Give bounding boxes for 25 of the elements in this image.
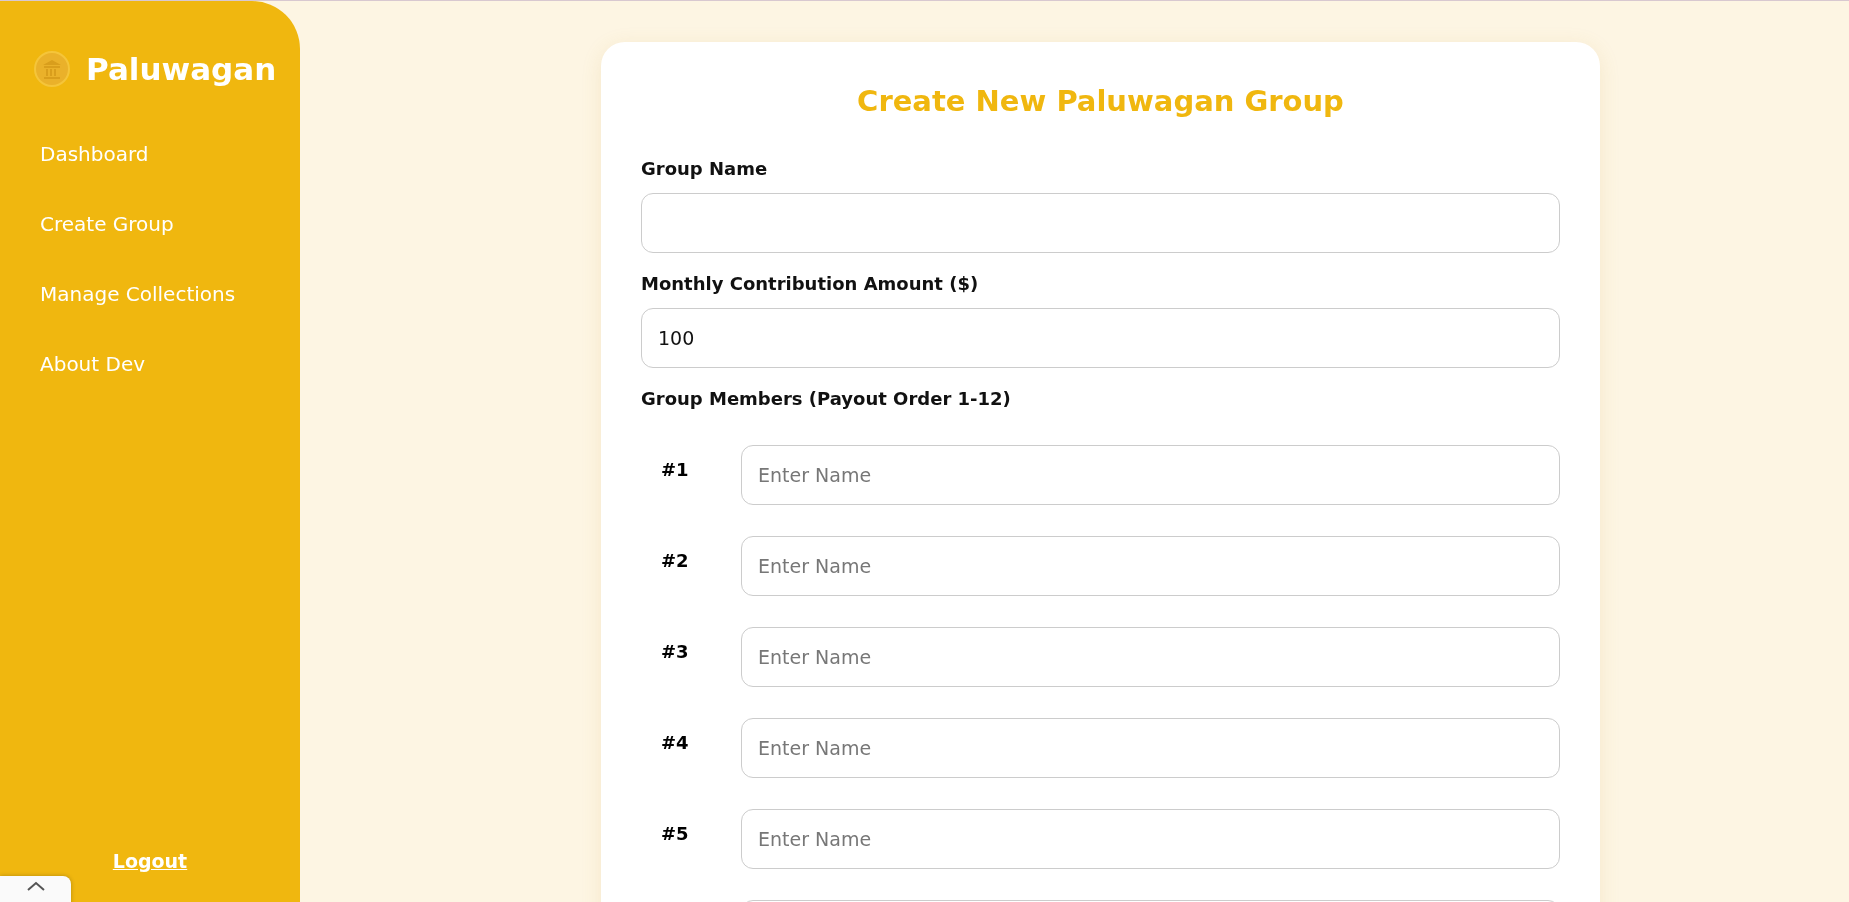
logout-link[interactable]: Logout [112,850,188,872]
nav-link[interactable]: Create Group [40,211,174,237]
input-field[interactable]: 100 [641,308,1560,368]
field-label: Monthly Contribution Amount ($) [641,273,979,294]
name-input-field[interactable]: Enter Name [741,627,1560,687]
name-input-field[interactable]: Enter Name [741,536,1560,596]
nav-link[interactable]: About Dev [40,351,146,377]
nav-link[interactable]: Manage Collections [40,281,236,307]
field-label: Group Name [641,158,768,179]
app-title: Paluwagan [86,51,277,87]
scroll-up-button[interactable] [0,876,71,902]
section-label: Group Members (Payout Order 1-12) [641,388,1011,409]
form-title: Create New Paluwagan Group [856,84,1345,118]
name-input-field[interactable]: Enter Name [741,809,1560,869]
nav-link[interactable]: Dashboard [40,141,149,167]
input-field[interactable] [641,193,1560,253]
member-number: #5 [660,822,690,844]
member-number: #3 [660,640,690,662]
member-number: #2 [660,549,690,571]
member-number: #4 [660,731,690,753]
bank-icon [34,51,70,87]
chevron-up-icon [25,880,46,892]
name-input-field[interactable]: Enter Name [741,718,1560,778]
name-input-field[interactable]: Enter Name [741,445,1560,505]
member-number: #1 [660,458,690,480]
